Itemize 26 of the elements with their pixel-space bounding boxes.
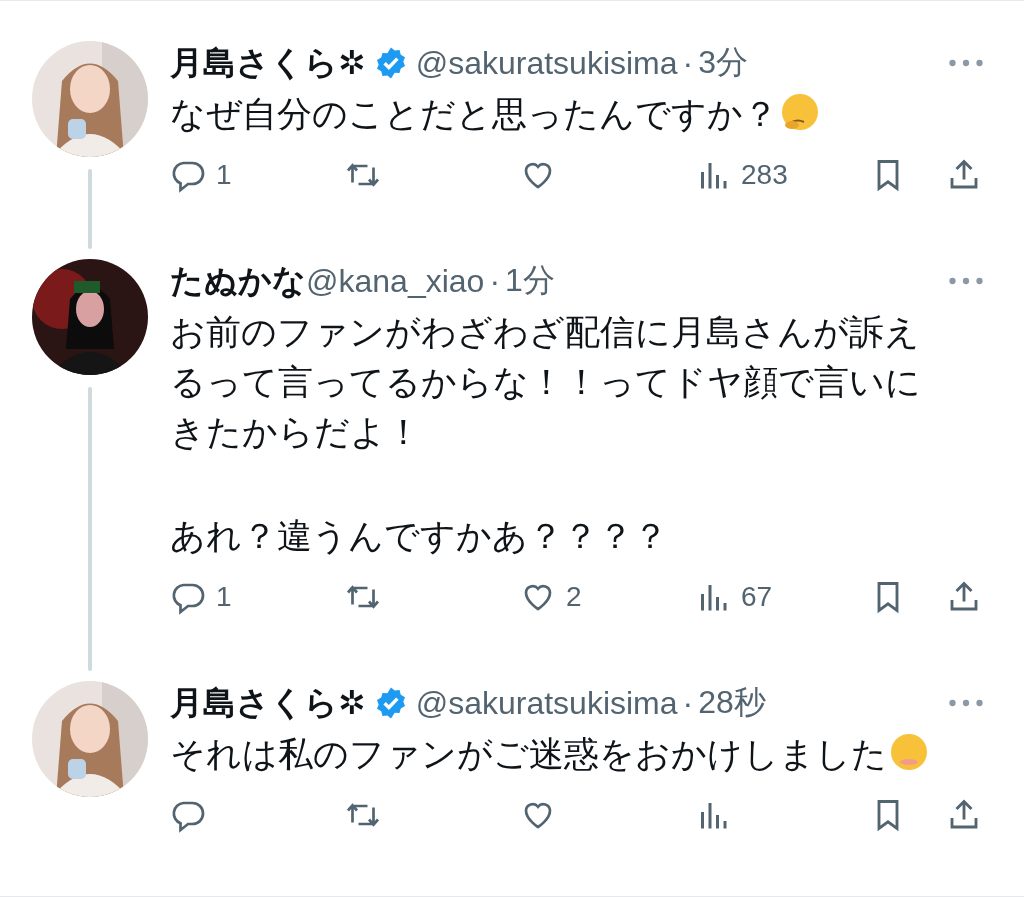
separator-dot: · [489,262,501,300]
tweet-text: なぜ自分のことだと思ったんですか？ [170,94,778,134]
thinking-emoji-icon [780,92,820,132]
view-count: 67 [741,581,773,613]
timestamp[interactable]: 3分 [698,41,748,85]
tweet-text: お前のファンがわざわざ配信に月島さんが訴えるって言ってるからな！！ってドヤ顔で言いにきたからだよ！ [170,312,921,452]
user-handle[interactable]: @kana_xiao [306,262,485,300]
timestamp[interactable]: 28秒 [698,681,766,725]
reply-count: 1 [216,159,232,191]
display-name: 月島さくら✲ [170,681,366,724]
separator-dot: · [682,684,694,722]
view-count: 283 [741,159,788,191]
smiling-emoji-icon [889,732,929,772]
more-icon[interactable] [948,276,984,286]
more-icon[interactable] [948,698,984,708]
tweet-text: あれ？違うんですかあ？？？？ [170,516,668,556]
user-handle[interactable]: @sakuratsukisima [415,684,678,722]
user-handle[interactable]: @sakuratsukisima [415,44,678,82]
like-count: 2 [566,581,582,613]
timestamp[interactable]: 1分 [505,259,555,303]
separator-dot: · [682,44,694,82]
display-name: 月島さくら✲ [170,41,366,84]
tweet-text: それは私のファンがご迷惑をおかけしました [170,734,887,774]
display-name: たぬかな [170,259,306,302]
reply-count: 1 [216,581,232,613]
more-icon[interactable] [948,58,984,68]
